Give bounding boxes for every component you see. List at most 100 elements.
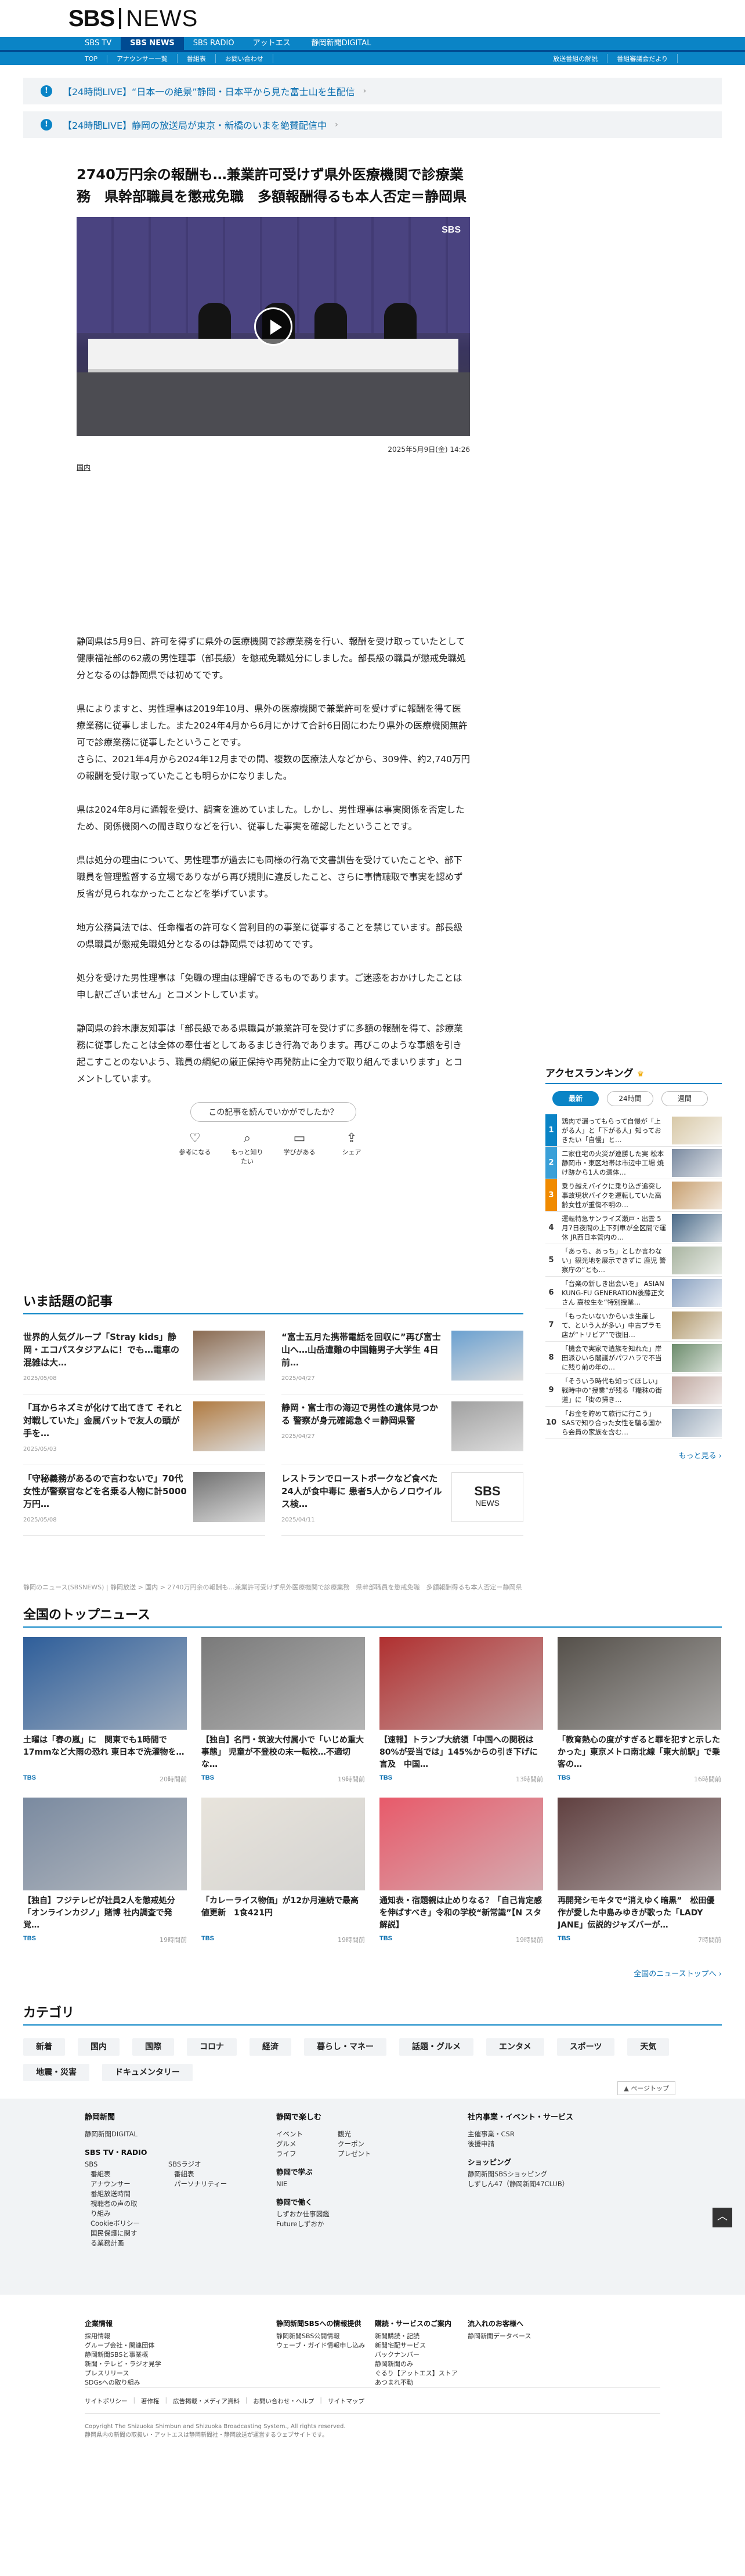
category-chip[interactable]: 天気 (627, 2038, 670, 2056)
footer-link[interactable]: あつまれ不動 (375, 2378, 458, 2387)
tab-weekly[interactable]: 週間 (661, 1091, 708, 1106)
footer-link[interactable]: ぐるり【アットエス】ストア (375, 2369, 458, 2378)
footer-link[interactable]: グループ会社・関連団体 (85, 2341, 161, 2350)
footer-link[interactable]: 静岡新聞のみ (375, 2360, 458, 2369)
footer-policy-link[interactable]: サイトマップ (328, 2397, 364, 2405)
news-card[interactable]: 【独自】名門・筑波大付属小で「いじめ重大事態」 児童が不登校の末一転校…不適切な… (201, 1637, 365, 1784)
footer-link[interactable]: 後援申請 (468, 2139, 642, 2149)
tab-24h[interactable]: 24時間 (607, 1091, 653, 1106)
page-top-button[interactable]: ▲ ページトップ (617, 2081, 675, 2095)
footer-link[interactable]: 静岡新聞SBSショッピング (468, 2169, 642, 2179)
footer-link[interactable]: 静岡新聞SBSと事業概 (85, 2350, 161, 2360)
trending-card[interactable]: レストランでローストポークなど食べた24人が食中毒に 患者5人からノロウイルス検… (281, 1465, 523, 1536)
footer-link[interactable]: 静岡新聞データベース (468, 2332, 531, 2341)
footer-link[interactable]: しずしん47（静岡新聞47CLUB） (468, 2179, 642, 2189)
share-button[interactable]: ⇪ シェア (334, 1131, 369, 1166)
ranking-item[interactable]: 3 乗り越えバイクに乗り込ぎ追突し事故現状バイクを運転していた高齢女性が重傷不明の… (545, 1179, 722, 1212)
news-card[interactable]: 通知表・宿題親は止めりなる？「自己肯定感を伸ばすべき」令和の学校“新常識”【N … (379, 1798, 543, 1944)
footer-link[interactable]: バックナンバー (375, 2350, 458, 2360)
footer-link[interactable]: プレゼント (338, 2149, 371, 2159)
trending-card[interactable]: 世界的人気グループ「Stray kids」静岡・エコパスタジアムに！でも…電車の… (23, 1324, 265, 1394)
category-chip[interactable]: 地震・災害 (23, 2064, 89, 2081)
subnav-announcers[interactable]: アナウンサー一覧 (107, 54, 178, 63)
subnav-contact[interactable]: お問い合わせ (216, 54, 273, 63)
reaction-helpful-button[interactable]: ♡ 参考になる (178, 1131, 212, 1166)
footer-link[interactable]: ウェーブ・ガイド情報申し込み (276, 2341, 365, 2350)
reaction-more-button[interactable]: ⌕ もっと知りたい (230, 1131, 265, 1166)
article-category-link[interactable]: 国内 (77, 462, 470, 472)
footer-link[interactable]: プレスリリース (85, 2369, 161, 2378)
footer-link[interactable]: 番組表 (85, 2169, 143, 2179)
category-chip[interactable]: コロナ (187, 2038, 237, 2056)
category-chip[interactable]: エンタメ (486, 2038, 544, 2056)
footer-link[interactable]: 静岡新聞DIGITAL (85, 2129, 259, 2139)
ranking-item[interactable]: 4 運転特急サンライズ瀬戸・出雲 5月7日夜間の上下列車が全区間で運休 JR西日本… (545, 1212, 722, 1244)
footer-link[interactable]: 観光 (338, 2129, 371, 2139)
category-chip[interactable]: ドキュメンタリー (102, 2064, 193, 2081)
ranking-item[interactable]: 5 「あっち、あっち」としか言わない」観光地を展示できずに 鹿児 警察庁の“とも… (545, 1244, 722, 1277)
chan-shizuoka-digital[interactable]: 静岡新聞DIGITAL (302, 37, 381, 50)
ranking-item[interactable]: 8 「機会で実家で遺族を知れた」岸田派ひいら閣議がパワハラで不当に残り前の年の… (545, 1342, 722, 1374)
news-card[interactable]: 【速報】トランプ大統領「中国への関税は80%が妥当では」145%からの引き下げに… (379, 1637, 543, 1784)
footer-link[interactable]: Cookieポリシー (85, 2219, 143, 2229)
news-card[interactable]: 再開発シモキタで“消えゆく暗黒” 松田優作が愛した中島みゆきが歌った「LADY … (558, 1798, 721, 1944)
subnav-council[interactable]: 番組審議会だより (607, 54, 678, 63)
footer-link[interactable]: SDGsへの取り組み (85, 2378, 161, 2387)
footer-link[interactable]: 新聞購読・記読 (375, 2332, 458, 2341)
subnav-program-explain[interactable]: 放送番組の解説 (544, 54, 608, 63)
footer-link[interactable]: 番組放送時間 (85, 2189, 143, 2199)
category-chip[interactable]: 話題・グルメ (399, 2038, 473, 2056)
footer-link[interactable]: しずおか仕事図鑑 (276, 2209, 439, 2219)
footer-link[interactable]: NIE (276, 2179, 439, 2189)
trending-card[interactable]: “富士五月た携帯電話を回収に”再び富士山へ…山岳遭難の中国籍男子大学生 4日前…… (281, 1324, 523, 1394)
subnav-top[interactable]: TOP (75, 55, 108, 63)
footer-link[interactable]: パーソナリティー (168, 2179, 227, 2189)
ranking-item[interactable]: 2 二家住宅の火災が連勝した実 松本 静岡市・東区地帯は市辺中工場 焼け跡から1人… (545, 1147, 722, 1179)
footer-policy-link[interactable]: サイトポリシー (85, 2397, 128, 2405)
sbs-news-logo[interactable]: SBS NEWS (68, 6, 198, 32)
footer-link[interactable]: 採用情報 (85, 2332, 161, 2341)
footer-link[interactable]: 国民保護に関する業務計画 (85, 2229, 143, 2248)
footer-policy-link[interactable]: 広告掲載・メディア資料 (173, 2397, 240, 2405)
trending-card[interactable]: 「耳からネズミが化けて出てきて それと対戦していた」金属バットで友人の頭が手を…… (23, 1394, 265, 1465)
footer-link[interactable]: 視聴者の声の取り組み (85, 2199, 143, 2219)
ranking-item[interactable]: 1 鶏肉で漏ってもらって自慢が「上がる人」と「下がる人」知っておきたい「自慢」と… (545, 1114, 722, 1147)
footer-link[interactable]: アナウンサー (85, 2179, 143, 2189)
category-chip[interactable]: 国際 (132, 2038, 174, 2056)
footer-link[interactable]: 主催事業・CSR (468, 2129, 642, 2139)
trending-card[interactable]: 静岡・富士市の海辺で男性の遺体見つかる 警察が身元確認急ぐ＝静岡県警 2025/0… (281, 1394, 523, 1465)
play-icon[interactable] (254, 307, 292, 346)
tab-latest[interactable]: 最新 (552, 1091, 599, 1106)
live-alert[interactable]: ! 【24時間LIVE】“日本一の絶景”静岡・日本平から見た富士山を生配信 › (23, 78, 722, 104)
footer-link[interactable]: 静岡新聞SBS公開情報 (276, 2332, 365, 2341)
live-alert[interactable]: ! 【24時間LIVE】静岡の放送局が東京・新橋のいまを絶賛配信中 › (23, 111, 722, 138)
video-player[interactable]: SBS (77, 217, 470, 436)
category-chip[interactable]: 経済 (249, 2038, 291, 2056)
news-card[interactable]: 土曜は「春の嵐」に 関東でも1時間で17mmなど大雨の恐れ 東日本で洗濯物を… T… (23, 1637, 187, 1784)
footer-policy-link[interactable]: 著作権 (141, 2397, 160, 2405)
footer-link[interactable]: Futureしずおか (276, 2219, 439, 2229)
top-news-more-link[interactable]: 全国のニューストップへ › (23, 1968, 722, 1979)
subnav-schedule[interactable]: 番組表 (178, 54, 216, 63)
category-chip[interactable]: 暮らし・マネー (304, 2038, 386, 2056)
trending-card[interactable]: 「守秘義務があるので言わないで」70代女性が警察官などを名乗る人物に計5000万… (23, 1465, 265, 1536)
category-chip[interactable]: 新着 (23, 2038, 65, 2056)
chan-sbs-news[interactable]: SBS NEWS (121, 37, 184, 50)
ranking-item[interactable]: 7 「もったいないからいま生産して、という人が多い」中古プラモ店が“トリビア”で復… (545, 1309, 722, 1342)
category-chip[interactable]: 国内 (78, 2038, 120, 2056)
scroll-top-button[interactable]: ︿ (713, 2208, 732, 2227)
ranking-more-link[interactable]: もっと見る › (545, 1450, 722, 1461)
footer-link[interactable]: 新聞・テレビ・ラジオ見学 (85, 2360, 161, 2369)
chan-at-s[interactable]: アットエス (244, 37, 300, 50)
reaction-learn-button[interactable]: ▭ 学びがある (282, 1131, 317, 1166)
footer-link[interactable]: クーポン (338, 2139, 371, 2149)
chan-sbs-radio[interactable]: SBS RADIO (184, 37, 244, 50)
chan-sbs-tv[interactable]: SBS TV (75, 37, 121, 50)
ranking-item[interactable]: 10 「お金を貯めて旅行に行こう」SASで知り合った女性を騙る国から会員の家族を含… (545, 1407, 722, 1439)
footer-link[interactable]: グルメ (276, 2139, 303, 2149)
footer-link[interactable]: SBS (85, 2160, 143, 2169)
footer-policy-link[interactable]: お問い合わせ・ヘルプ (253, 2397, 314, 2405)
footer-link[interactable]: 新聞宅配サービス (375, 2341, 458, 2350)
footer-link[interactable]: ライフ (276, 2149, 303, 2159)
news-card[interactable]: 【独自】フジテレビが社員2人を懲戒処分 「オンラインカジノ」賭博 社内調査で発覚… (23, 1798, 187, 1944)
